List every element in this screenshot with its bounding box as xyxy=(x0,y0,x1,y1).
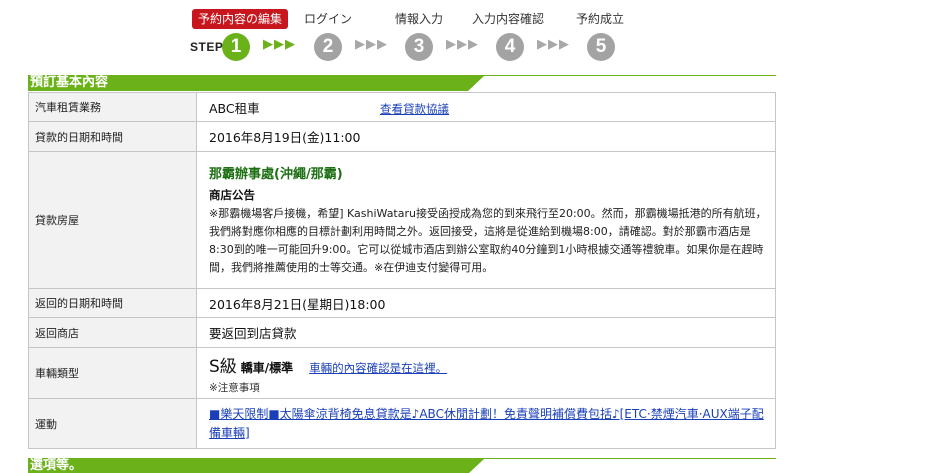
rental-company-name: ABC租車 xyxy=(209,100,260,116)
row-label: 運動 xyxy=(28,398,197,449)
row-label: 貸款房屋 xyxy=(28,151,197,289)
store-notice-body: ※那霸機場客戶接機，希望] KashiWataru接受函授成為您的到來飛行至20… xyxy=(209,207,767,274)
campaign-plan-link[interactable]: ■樂天限制■太陽傘涼背椅免息貸款是♪ABC休閒計劃！免責聲明補償費包括♪[ETC… xyxy=(209,405,775,443)
return-datetime-value: 2016年8月21日(星期日)18:00 xyxy=(196,288,776,318)
reservation-details-table: 汽車租賃業務 ABC租車 查看貸款協議 貸款的日期和時間 2016年8月19日(… xyxy=(28,92,776,449)
pickup-datetime-value: 2016年8月19日(金)11:00 xyxy=(196,121,776,152)
pickup-store-name: 那霸辦事處(沖繩/那霸) xyxy=(209,167,343,182)
step-number-5: 5 xyxy=(587,33,615,61)
table-row: 車輛類型 S級 轎車/標準 車輛的內容確認是在這裡。 ※注意事項 xyxy=(28,347,776,399)
step-number-2: 2 xyxy=(314,33,342,61)
table-row: 運動 ■樂天限制■太陽傘涼背椅免息貸款是♪ABC休閒計劃！免責聲明補償費包括♪[… xyxy=(28,398,776,449)
section-header-basic-reservation: 預訂基本內容 xyxy=(28,75,776,91)
step-label-info-input: 情報入力 xyxy=(395,12,444,26)
car-note: ※注意事項 xyxy=(209,381,260,394)
row-label: 汽車租賃業務 xyxy=(28,92,197,122)
section-title: 選項等。 xyxy=(30,458,83,473)
step-arrow-icon: ▶▶▶ xyxy=(355,37,388,52)
row-label: 貸款的日期和時間 xyxy=(28,121,197,152)
table-row: 返回的日期和時間 2016年8月21日(星期日)18:00 xyxy=(28,288,776,318)
step-word: STEP xyxy=(190,40,224,54)
section-title: 預訂基本內容 xyxy=(30,75,109,90)
car-details-link[interactable]: 車輛的內容確認是在這裡。 xyxy=(309,361,447,375)
step-label-edit-reservation: 予約内容の編集 xyxy=(192,9,289,29)
step-label-login: ログイン xyxy=(304,12,353,26)
store-notice-title: 商店公告 xyxy=(209,188,255,202)
car-class-grade: S級 xyxy=(209,356,237,377)
section-header-options: 選項等。 xyxy=(28,458,776,473)
row-label: 返回的日期和時間 xyxy=(28,288,197,318)
step-number-3: 3 xyxy=(405,33,433,61)
step-label-confirm-input: 入力内容確認 xyxy=(472,12,545,26)
table-row: 貸款的日期和時間 2016年8月19日(金)11:00 xyxy=(28,121,776,152)
step-label-reservation-complete: 予約成立 xyxy=(576,12,625,26)
table-row: 貸款房屋 那霸辦事處(沖繩/那霸) 商店公告 ※那霸機場客戶接機，希望] Kas… xyxy=(28,151,776,289)
step-arrow-icon: ▶▶▶ xyxy=(263,37,296,52)
step-number-1: 1 xyxy=(222,33,250,61)
view-rental-agreement-link[interactable]: 查看貸款協議 xyxy=(380,102,449,116)
step-arrow-icon: ▶▶▶ xyxy=(446,37,479,52)
car-class-type: 轎車/標準 xyxy=(240,360,294,375)
row-label: 車輛類型 xyxy=(28,347,197,399)
booking-progress-steps: 予約内容の編集 ログイン 情報入力 入力内容確認 予約成立 STEP 1 ▶▶▶… xyxy=(0,0,945,68)
step-number-4: 4 xyxy=(496,33,524,61)
step-arrow-icon: ▶▶▶ xyxy=(537,37,570,52)
table-row: 汽車租賃業務 ABC租車 查看貸款協議 xyxy=(28,92,776,122)
section-header-tab xyxy=(28,459,468,473)
return-store-value: 要返回到店貸款 xyxy=(196,317,776,348)
table-row: 返回商店 要返回到店貸款 xyxy=(28,317,776,348)
row-label: 返回商店 xyxy=(28,317,197,348)
